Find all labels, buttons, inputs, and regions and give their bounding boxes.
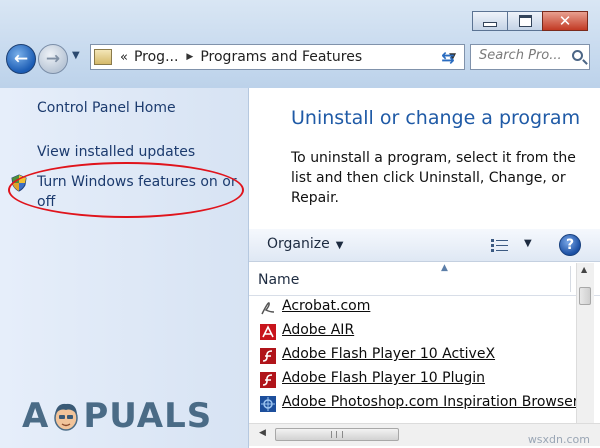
photoshop-icon [260, 396, 276, 412]
appuals-logo: A PUALS [22, 396, 212, 436]
list-item[interactable]: Adobe Photoshop.com Inspiration Browser [249, 392, 579, 416]
column-divider[interactable] [570, 266, 571, 292]
back-button[interactable]: ← [6, 44, 36, 74]
main-pane: Uninstall or change a program To uninsta… [249, 88, 600, 448]
list-item[interactable]: Adobe Flash Player 10 ActiveX [249, 344, 575, 368]
breadcrumb-programs[interactable]: Prog... [134, 49, 178, 65]
forward-button[interactable]: → [38, 44, 68, 74]
maximize-button[interactable] [507, 11, 543, 31]
mascot-icon [54, 403, 79, 431]
view-installed-updates-link[interactable]: View installed updates [37, 142, 195, 162]
page-description: To uninstall a program, select it from t… [291, 150, 576, 206]
window-controls: ✕ [472, 11, 588, 31]
breadcrumb-overflow[interactable]: « [120, 50, 128, 65]
scroll-grip-icon [331, 431, 343, 438]
vertical-scrollbar[interactable]: ▲ [576, 263, 594, 423]
forward-arrow-icon: → [45, 49, 61, 69]
address-bar[interactable]: « Prog... ▶ Programs and Features ▼ [90, 44, 465, 70]
flash-player-icon [260, 348, 276, 364]
breadcrumb-separator-icon[interactable]: ▶ [186, 52, 193, 62]
site-watermark: wsxdn.com [527, 433, 590, 446]
control-panel-home-link[interactable]: Control Panel Home [37, 98, 176, 118]
scroll-left-icon[interactable]: ◀ [259, 428, 266, 438]
search-input[interactable]: Search Pro... [470, 44, 590, 70]
help-icon[interactable]: ? [559, 234, 581, 256]
organize-button[interactable]: Organize ▼ [267, 236, 343, 252]
organize-dropdown-icon: ▼ [335, 240, 344, 251]
sort-ascending-icon: ▲ [441, 263, 448, 273]
logo-letter-a: A [22, 396, 50, 436]
left-navigation-pane: Control Panel Home View installed update… [0, 88, 249, 448]
list-item[interactable]: Adobe Flash Player 10 Plugin [249, 368, 575, 392]
list-item[interactable]: Adobe AIR [249, 320, 575, 344]
search-placeholder: Search Pro... [479, 48, 562, 63]
change-view-icon[interactable] [491, 239, 509, 252]
maximize-icon [518, 15, 532, 27]
list-item-label: Adobe Flash Player 10 ActiveX [282, 346, 496, 362]
scroll-up-icon[interactable]: ▲ [581, 265, 587, 274]
acrobat-icon [261, 302, 275, 315]
minimize-button[interactable] [472, 11, 508, 31]
list-column-header: ▲ Name [249, 262, 600, 296]
list-item[interactable]: Acrobat.com [249, 296, 575, 320]
list-item-label: Adobe AIR [282, 322, 355, 338]
vertical-scroll-thumb[interactable] [579, 287, 591, 305]
recent-pages-dropdown[interactable]: ▼ [72, 50, 80, 61]
refresh-button[interactable]: ⇆ [434, 46, 462, 68]
logo-letters-puals: PUALS [83, 396, 213, 436]
adobe-air-icon [260, 324, 276, 340]
window-titlebar: ✕ ← → ▼ « Prog... ▶ Programs and Feature… [0, 0, 600, 88]
flash-player-icon [260, 372, 276, 388]
more-views-dropdown[interactable]: ▼ [524, 238, 532, 249]
close-icon: ✕ [558, 11, 572, 30]
list-item-label: Adobe Photoshop.com Inspiration Browser [282, 394, 579, 410]
column-name-header[interactable]: Name [258, 272, 299, 288]
control-panel-icon [94, 49, 112, 65]
command-toolbar: Organize ▼ ▼ ? [249, 229, 600, 262]
list-item-label: Adobe Flash Player 10 Plugin [282, 370, 486, 386]
list-item-label: Acrobat.com [282, 298, 371, 314]
page-title: Uninstall or change a program [291, 107, 581, 129]
minimize-icon [483, 22, 497, 27]
organize-label: Organize [267, 236, 330, 252]
search-icon[interactable] [572, 50, 583, 61]
breadcrumb-programs-and-features[interactable]: Programs and Features [200, 49, 362, 65]
close-button[interactable]: ✕ [542, 11, 588, 31]
highlight-oval [8, 162, 244, 218]
back-arrow-icon: ← [13, 49, 29, 69]
horizontal-scroll-thumb[interactable] [275, 428, 399, 441]
